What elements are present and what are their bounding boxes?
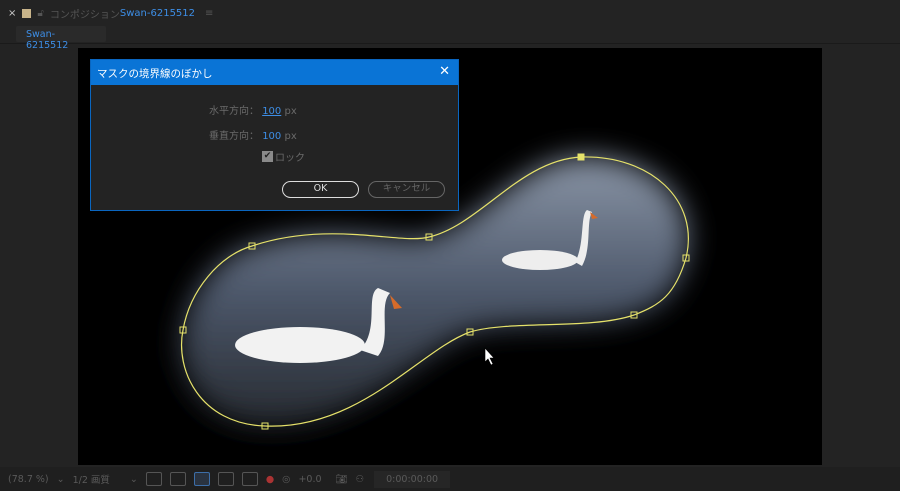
mouse-cursor-icon bbox=[484, 347, 495, 366]
lock-label: ロック bbox=[275, 153, 305, 164]
mask-visibility-icon[interactable] bbox=[193, 472, 210, 486]
dialog-title-bar: マスクの境界線のぼかし ✕ bbox=[91, 60, 458, 85]
transparency-grid-icon[interactable] bbox=[169, 472, 186, 486]
horizontal-unit: px bbox=[284, 106, 297, 117]
ok-button[interactable]: OK bbox=[282, 181, 359, 198]
viewer-toolbar: (78.7 %) ⌄ 1/2 画質 ⌄ ● ◎ +0.0 📷︎ ⚇ 0:00:0… bbox=[0, 467, 900, 491]
mask-feather-dialog: マスクの境界線のぼかし ✕ 水平方向： 100 px 垂直方向： 100 px … bbox=[90, 59, 459, 211]
fast-preview-icon[interactable] bbox=[145, 472, 162, 486]
vertical-label: 垂直方向： bbox=[209, 131, 259, 142]
lock-checkbox[interactable]: ✔ ロック bbox=[262, 149, 305, 164]
close-panel-button[interactable]: × bbox=[8, 8, 16, 19]
chevron-down-icon[interactable]: ⌄ bbox=[130, 474, 138, 485]
panel-menu-icon[interactable]: ≡ bbox=[205, 8, 213, 19]
horizontal-label: 水平方向： bbox=[209, 106, 259, 117]
close-icon[interactable]: ✕ bbox=[439, 64, 450, 79]
vertical-row: 垂直方向： 100 px bbox=[209, 127, 297, 142]
vertical-unit: px bbox=[284, 131, 297, 142]
composition-name[interactable]: Swan-6215512 bbox=[120, 8, 195, 19]
composition-panel-header: × 🔓︎ コンポジション Swan-6215512 ≡ bbox=[0, 0, 900, 26]
tab-bar: Swan-6215512 bbox=[0, 26, 900, 51]
resolution-dropdown[interactable]: 1/2 画質 bbox=[73, 472, 110, 486]
exposure-icon[interactable]: ◎ bbox=[282, 474, 290, 485]
tab-composition[interactable]: Swan-6215512 bbox=[16, 26, 106, 51]
panel-label: コンポジション bbox=[49, 9, 120, 21]
checkbox-checked-icon[interactable]: ✔ bbox=[262, 151, 273, 162]
channel-icon[interactable]: ● bbox=[266, 474, 274, 485]
show-snapshot-icon[interactable]: ⚇ bbox=[356, 474, 365, 485]
region-of-interest-icon[interactable] bbox=[217, 472, 234, 486]
cancel-button[interactable]: キャンセル bbox=[368, 181, 445, 198]
zoom-dropdown[interactable]: (78.7 %) bbox=[8, 474, 49, 485]
chevron-down-icon[interactable]: ⌄ bbox=[57, 474, 65, 485]
timecode[interactable]: 0:00:00:00 bbox=[374, 470, 451, 488]
horizontal-row: 水平方向： 100 px bbox=[209, 102, 297, 117]
label-color-swatch[interactable] bbox=[22, 8, 32, 18]
snapshot-camera-icon[interactable]: 📷︎ bbox=[336, 474, 348, 485]
exposure-value[interactable]: +0.0 bbox=[298, 474, 321, 485]
lock-icon[interactable]: 🔓︎ bbox=[37, 8, 43, 19]
dialog-title: マスクの境界線のぼかし bbox=[97, 68, 213, 80]
vertical-value-field[interactable]: 100 bbox=[262, 131, 281, 142]
guides-icon[interactable] bbox=[241, 472, 258, 486]
horizontal-value-field[interactable]: 100 bbox=[262, 106, 281, 117]
